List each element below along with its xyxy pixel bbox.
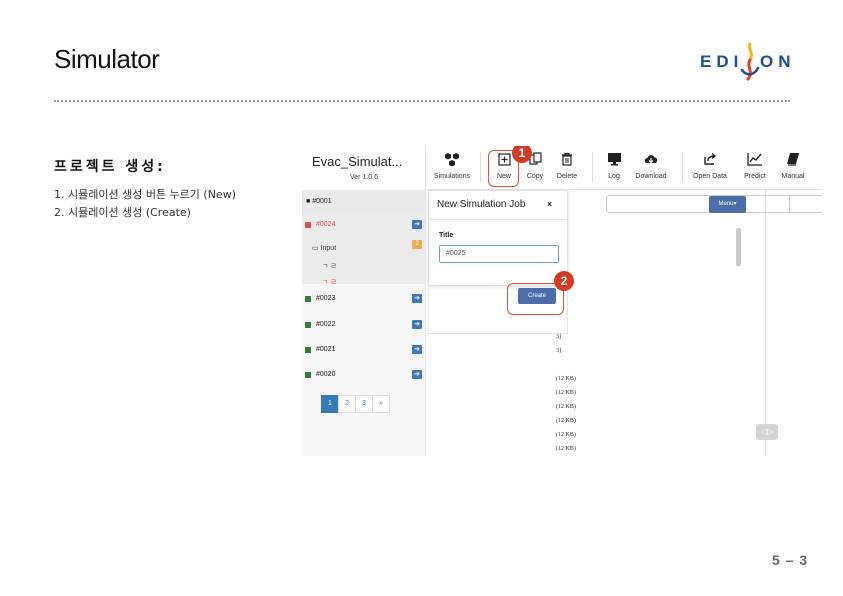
sidebar-job[interactable]: #0023 ➔ xyxy=(302,288,426,310)
column-divider xyxy=(765,190,766,456)
job-status-icon xyxy=(305,372,311,378)
trash-icon xyxy=(554,152,580,170)
log-button[interactable]: Log xyxy=(602,152,626,186)
share-icon xyxy=(690,152,730,170)
modal-divider xyxy=(429,219,567,220)
job-status-icon xyxy=(305,222,311,228)
slide-title: Simulator xyxy=(54,44,160,74)
chart-icon xyxy=(740,152,770,170)
file-size: (12 KB) xyxy=(556,390,576,396)
page-next-button[interactable]: » xyxy=(372,395,390,413)
arrow-right-icon[interactable]: ➔ xyxy=(412,370,422,379)
page-button[interactable]: 1 xyxy=(321,395,339,413)
job-label: #0020 xyxy=(316,371,336,378)
app-name: Evac_Simulat... xyxy=(312,154,403,169)
app-version: Ver 1.0.6 xyxy=(349,174,379,181)
panel-resize-handle[interactable]: ◁▷ xyxy=(756,424,778,440)
sidebar-root-label: #0001 xyxy=(312,198,332,205)
modal-title: New Simulation Job xyxy=(437,199,526,210)
create-button-highlight xyxy=(507,283,564,315)
job-label: #0021 xyxy=(316,346,336,353)
menu-dropdown-button[interactable]: Menu▾ xyxy=(709,196,746,213)
folder-icon: ▭ xyxy=(312,245,319,252)
job-label: #0022 xyxy=(316,321,336,328)
logo-text-right: ON xyxy=(760,52,796,71)
toolbar-label: Predict xyxy=(744,173,766,180)
job-status-icon xyxy=(305,296,311,302)
job-status-icon xyxy=(305,347,311,353)
app-screenshot: Evac_Simulat... Ver 1.0.6 Simulations Ne… xyxy=(302,146,822,456)
open-data-button[interactable]: Open Data xyxy=(690,152,730,186)
sidebar-job[interactable]: #0020 ➔ xyxy=(302,364,426,386)
toolbar-label: Open Data xyxy=(693,173,727,180)
arrow-right-icon[interactable]: ➔ xyxy=(412,294,422,303)
step-item: 1. 시뮬레이션 생성 버튼 누르기 (New) xyxy=(54,188,236,201)
job-label: #0024 xyxy=(316,221,336,228)
toolbar-label: Log xyxy=(608,173,620,180)
toolbar-label: Simulations xyxy=(433,173,471,180)
section-heading: 프로젝트 생성: xyxy=(54,159,166,175)
edison-logo: EDI ON xyxy=(700,42,800,81)
simulations-button[interactable]: Simulations xyxy=(430,152,474,186)
sidebar-job[interactable]: #0021 ➔ xyxy=(302,339,426,361)
toolbar: Simulations New Copy Delete Log Download… xyxy=(426,146,822,190)
sidebar-job-active[interactable]: #0024 ➔ ▭ Input 2 ㄱ ㄹ ㄱ ㄹ xyxy=(302,214,426,286)
page-number: 5 – 3 xyxy=(772,552,809,568)
monitor-icon xyxy=(602,152,626,170)
toolbar-label: Download xyxy=(635,173,667,180)
sidebar-job[interactable]: #0022 ➔ xyxy=(302,314,426,336)
input-label: Input xyxy=(320,245,337,252)
file-size: (12 KB) xyxy=(556,404,576,410)
arrow-right-icon[interactable]: ➔ xyxy=(412,320,422,329)
toolbar-label: Copy xyxy=(526,173,544,180)
main-content: Menu▾ ] 3] 3] 3] (12 KB) (12 KB) (12 KB)… xyxy=(426,190,822,456)
arrow-right-icon[interactable]: ➔ xyxy=(412,220,422,229)
arrow-right-icon[interactable]: ➔ xyxy=(412,345,422,354)
pagination: 1 2 3 » xyxy=(321,395,390,413)
job-status-icon xyxy=(305,322,311,328)
toolbar-separator xyxy=(682,152,683,182)
close-icon[interactable]: × xyxy=(547,199,552,209)
job-label: #0023 xyxy=(316,295,336,302)
dotted-divider xyxy=(54,100,790,102)
callout-badge-2: 2 xyxy=(554,271,574,291)
job-sidebar: ■ #0001 #0024 ➔ ▭ Input 2 ㄱ ㄹ ㄱ ㄹ #0023 … xyxy=(302,190,426,456)
download-button[interactable]: Download xyxy=(632,152,670,186)
secondary-input[interactable] xyxy=(789,195,822,213)
steps-list: 1. 시뮬레이션 생성 버튼 누르기 (New) 2. 시뮬레이션 생성 (Cr… xyxy=(54,186,236,222)
scrollbar[interactable] xyxy=(736,228,741,266)
predict-button[interactable]: Predict xyxy=(740,152,770,186)
page-button[interactable]: 3 xyxy=(355,395,373,413)
toolbar-separator xyxy=(592,152,593,182)
title-field-label: Title xyxy=(439,232,454,239)
simulations-icon xyxy=(430,152,474,170)
file-size: (12 KB) xyxy=(556,376,576,382)
app-brand: Evac_Simulat... Ver 1.0.6 xyxy=(302,146,426,190)
file-size: (12 KB) xyxy=(556,432,576,438)
delete-button[interactable]: Delete xyxy=(554,152,580,186)
file-size: (12 KB) xyxy=(556,418,576,424)
toolbar-label: Manual xyxy=(781,173,805,180)
file-line-fragment: 3] xyxy=(556,348,561,354)
title-input[interactable]: #0025 xyxy=(439,245,559,263)
input-count-badge: 2 xyxy=(412,240,422,249)
logo-s-mark xyxy=(740,42,760,81)
logo-text-left: EDI xyxy=(700,52,744,71)
file-line-fragment: 3] xyxy=(556,334,561,340)
cloud-download-icon xyxy=(632,152,670,170)
page-button[interactable]: 2 xyxy=(338,395,356,413)
toolbar-separator xyxy=(480,152,481,182)
toolbar-label: Delete xyxy=(556,173,578,180)
sidebar-root-item[interactable]: ■ #0001 xyxy=(302,190,426,214)
step-item: 2. 시뮬레이션 생성 (Create) xyxy=(54,206,191,219)
file-size: (12 KB) xyxy=(556,446,576,452)
manual-button[interactable]: Manual xyxy=(778,152,808,186)
new-simulation-modal: New Simulation Job × Title #0025 xyxy=(428,190,568,286)
book-icon xyxy=(778,152,808,170)
